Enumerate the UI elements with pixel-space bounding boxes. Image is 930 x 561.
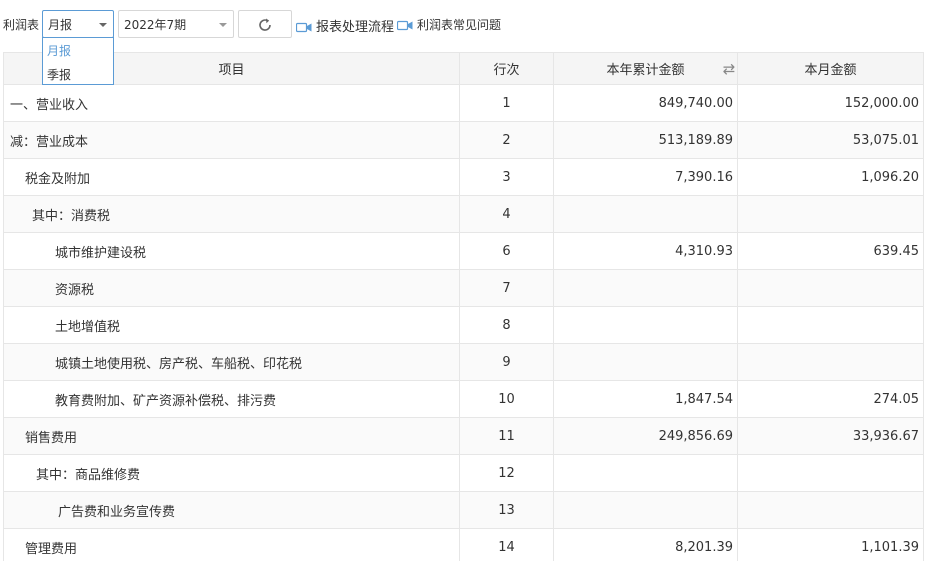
row-ytd-amount: [553, 454, 738, 492]
row-month-amount: [737, 454, 924, 492]
table-row: 销售费用 11 249,856.69 33,936.67: [3, 417, 924, 455]
refresh-button[interactable]: [238, 10, 292, 38]
row-number: 1: [459, 84, 554, 122]
video-icon: [397, 20, 413, 31]
process-flow-link[interactable]: 报表处理流程: [296, 16, 394, 35]
row-number: 3: [459, 158, 554, 196]
row-ytd-amount: 8,201.39: [553, 528, 738, 561]
toolbar: 利润表 月报 2022年7期 报表处理流程 利润表常见问题: [0, 0, 930, 48]
row-number: 11: [459, 417, 554, 455]
chevron-down-icon: [219, 23, 227, 27]
table-row: 税金及附加 3 7,390.16 1,096.20: [3, 158, 924, 196]
column-header-ytd-label: 本年累计金额: [606, 63, 685, 78]
table-header-row: 项目 行次 本年累计金额 ⇄ 本月金额: [3, 52, 924, 85]
column-header-month: 本月金额: [737, 52, 924, 85]
column-header-row-no: 行次: [459, 52, 554, 85]
row-ytd-amount: 249,856.69: [553, 417, 738, 455]
report-label: 利润表: [3, 18, 40, 32]
table-row: 资源税 7: [3, 269, 924, 307]
row-item: 减：营业成本: [3, 121, 460, 159]
row-month-amount: 274.05: [737, 380, 924, 418]
row-ytd-amount: [553, 195, 738, 233]
period-select-value: 月报: [48, 18, 73, 32]
row-month-amount: 1,096.20: [737, 158, 924, 196]
column-header-ytd: 本年累计金额 ⇄: [553, 52, 738, 85]
row-number: 10: [459, 380, 554, 418]
row-item: 土地增值税: [3, 306, 460, 344]
table-row: 广告费和业务宣传费 13: [3, 491, 924, 529]
faq-link[interactable]: 利润表常见问题: [397, 16, 501, 33]
row-item: 销售费用: [3, 417, 460, 455]
row-month-amount: 639.45: [737, 232, 924, 270]
table-row: 土地增值税 8: [3, 306, 924, 344]
row-number: 12: [459, 454, 554, 492]
row-month-amount: [737, 195, 924, 233]
row-item: 税金及附加: [3, 158, 460, 196]
row-item: 其中：消费税: [3, 195, 460, 233]
row-item: 城镇土地使用税、房产税、车船税、印花税: [3, 343, 460, 381]
date-select-value: 2022年7期: [124, 18, 187, 32]
table-row: 管理费用 14 8,201.39 1,101.39: [3, 528, 924, 561]
table-row: 其中：消费税 4: [3, 195, 924, 233]
row-ytd-amount: 849,740.00: [553, 84, 738, 122]
row-ytd-amount: 1,847.54: [553, 380, 738, 418]
table-row: 一、营业收入 1 849,740.00 152,000.00: [3, 84, 924, 122]
swap-columns-icon[interactable]: ⇄: [721, 60, 737, 78]
dropdown-option-monthly[interactable]: 月报: [47, 42, 71, 59]
row-number: 14: [459, 528, 554, 561]
row-number: 6: [459, 232, 554, 270]
row-item: 管理费用: [3, 528, 460, 561]
row-item: 资源税: [3, 269, 460, 307]
row-month-amount: [737, 491, 924, 529]
row-number: 2: [459, 121, 554, 159]
process-flow-link-label: 报表处理流程: [316, 20, 395, 35]
table-row: 城市维护建设税 6 4,310.93 639.45: [3, 232, 924, 270]
row-number: 4: [459, 195, 554, 233]
table-row: 教育费附加、矿产资源补偿税、排污费 10 1,847.54 274.05: [3, 380, 924, 418]
row-item: 其中：商品维修费: [3, 454, 460, 492]
row-month-amount: 53,075.01: [737, 121, 924, 159]
row-number: 13: [459, 491, 554, 529]
row-month-amount: [737, 343, 924, 381]
chevron-down-icon: [99, 23, 107, 27]
row-ytd-amount: [553, 343, 738, 381]
row-number: 7: [459, 269, 554, 307]
row-ytd-amount: 4,310.93: [553, 232, 738, 270]
row-ytd-amount: 513,189.89: [553, 121, 738, 159]
video-icon: [296, 22, 312, 33]
period-dropdown-menu: 月报 季报: [42, 37, 114, 85]
row-ytd-amount: [553, 491, 738, 529]
row-month-amount: 33,936.67: [737, 417, 924, 455]
row-month-amount: [737, 306, 924, 344]
row-month-amount: 152,000.00: [737, 84, 924, 122]
faq-link-label: 利润表常见问题: [417, 18, 502, 32]
row-number: 8: [459, 306, 554, 344]
row-month-amount: 1,101.39: [737, 528, 924, 561]
table-row: 减：营业成本 2 513,189.89 53,075.01: [3, 121, 924, 159]
row-item: 城市维护建设税: [3, 232, 460, 270]
row-ytd-amount: 7,390.16: [553, 158, 738, 196]
period-select[interactable]: 月报: [42, 10, 114, 38]
row-item: 广告费和业务宣传费: [3, 491, 460, 529]
row-ytd-amount: [553, 306, 738, 344]
refresh-icon: [259, 18, 271, 31]
row-item: 一、营业收入: [3, 84, 460, 122]
row-number: 9: [459, 343, 554, 381]
row-ytd-amount: [553, 269, 738, 307]
dropdown-option-quarterly[interactable]: 季报: [47, 66, 71, 83]
income-statement-table: 项目 行次 本年累计金额 ⇄ 本月金额 一、营业收入 1 849,740.00 …: [3, 52, 924, 561]
table-row: 城镇土地使用税、房产税、车船税、印花税 9: [3, 343, 924, 381]
date-select[interactable]: 2022年7期: [118, 10, 234, 38]
row-month-amount: [737, 269, 924, 307]
table-row: 其中：商品维修费 12: [3, 454, 924, 492]
row-item: 教育费附加、矿产资源补偿税、排污费: [3, 380, 460, 418]
